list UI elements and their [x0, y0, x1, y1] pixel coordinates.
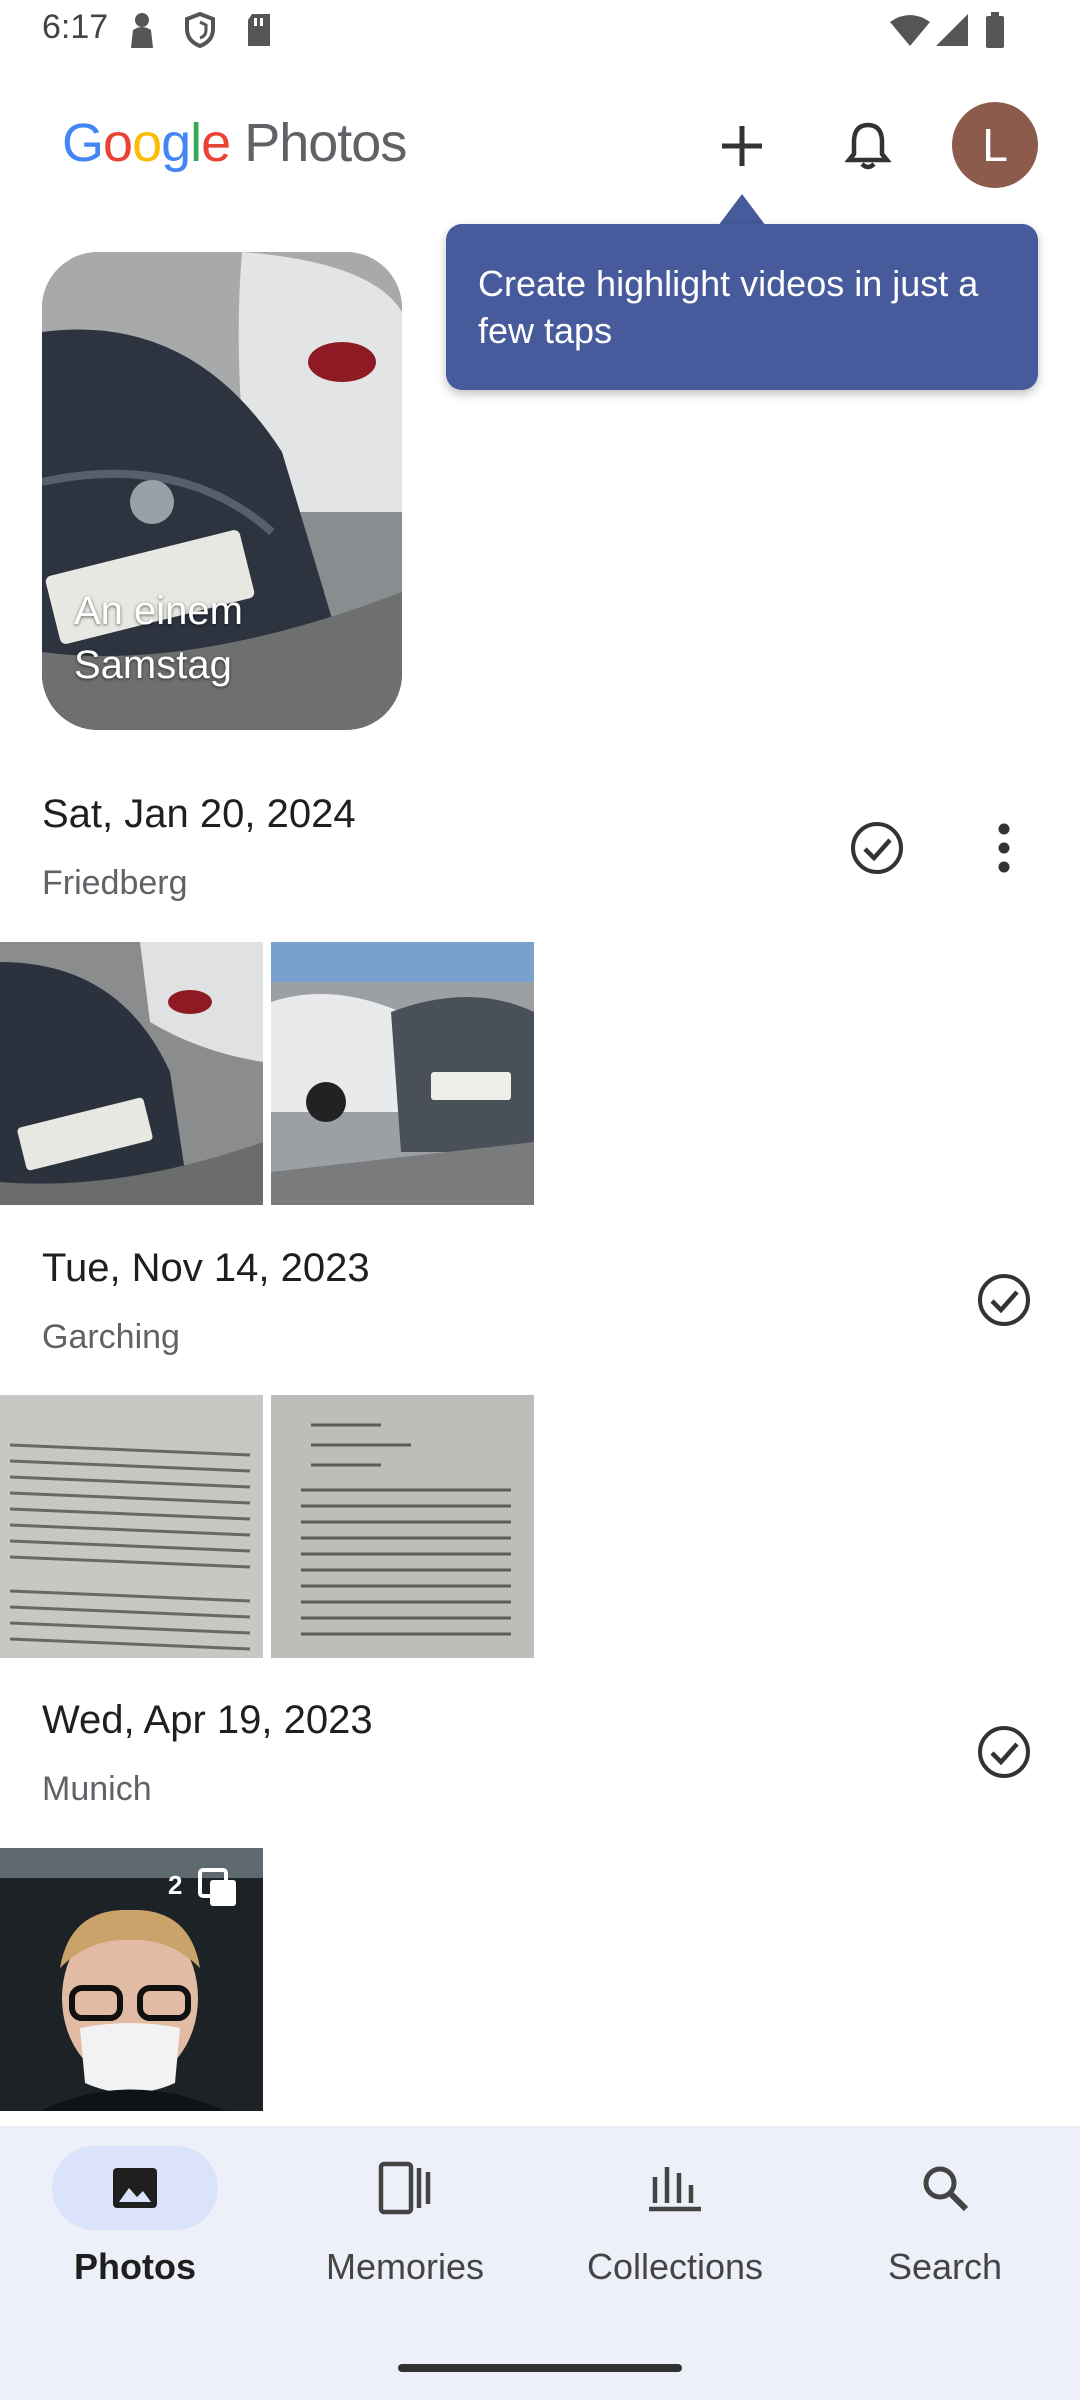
notifications-button[interactable]: [824, 102, 912, 190]
nav-label: Collections: [586, 2246, 764, 2287]
logo-product: Photos: [244, 113, 407, 173]
stack-count: 2: [168, 1870, 183, 1900]
photo-thumbnail[interactable]: [0, 1395, 263, 1658]
collections-icon: [649, 2167, 701, 2212]
photo-thumbnail[interactable]: [271, 942, 534, 1205]
date-heading: Wed, Apr 19, 2023: [42, 1698, 373, 1742]
nav-search-pill: [862, 2146, 1028, 2230]
person-icon: [128, 12, 156, 53]
select-day-button[interactable]: [968, 1264, 1040, 1336]
nav-search[interactable]: Search: [830, 2146, 1060, 2316]
logo-word: Google: [62, 113, 231, 173]
battery-icon: [984, 12, 1006, 53]
location-label: Friedberg: [42, 864, 188, 902]
check-circle-icon: [978, 1726, 1030, 1778]
google-photos-logo: Google Photos: [62, 112, 407, 174]
tooltip-text: Create highlight videos in just a few ta…: [478, 263, 979, 351]
wifi-icon: [888, 14, 932, 53]
signal-icon: [934, 12, 970, 53]
nav-label: Search: [887, 2246, 1003, 2287]
select-day-button[interactable]: [841, 812, 913, 884]
photo-thumbnail[interactable]: [271, 1395, 534, 1658]
check-circle-icon: [978, 1274, 1030, 1326]
more-options-button[interactable]: [968, 812, 1040, 884]
tooltip-arrow: [718, 194, 766, 226]
nav-collections[interactable]: Collections: [560, 2146, 790, 2316]
nav-label: Memories: [325, 2246, 485, 2287]
search-icon: [923, 2166, 969, 2212]
date-heading: Sat, Jan 20, 2024: [42, 792, 356, 836]
photo-thumbnail[interactable]: 2: [0, 1848, 263, 2111]
sd-card-icon: [244, 12, 274, 53]
nav-collections-pill: [592, 2146, 758, 2230]
shield-icon: [184, 11, 216, 53]
date-heading: Tue, Nov 14, 2023: [42, 1246, 370, 1290]
create-button[interactable]: [698, 102, 786, 190]
stack-icon: [196, 1868, 240, 1913]
location-label: Garching: [42, 1318, 180, 1356]
bell-icon: [845, 122, 891, 170]
nav-label: Photos: [74, 2246, 196, 2287]
check-circle-icon: [851, 822, 903, 874]
home-indicator[interactable]: [398, 2364, 682, 2372]
memory-label: An einem Samstag: [74, 589, 243, 687]
status-bar: 6:17: [0, 0, 1080, 60]
more-vert-icon: [998, 823, 1010, 873]
tooltip[interactable]: Create highlight videos in just a few ta…: [446, 224, 1038, 390]
memories-icon: [378, 2161, 431, 2215]
memory-card[interactable]: An einem Samstag: [42, 252, 402, 730]
location-label: Munich: [42, 1770, 152, 1808]
nav-photos[interactable]: Photos: [20, 2146, 250, 2316]
status-time: 6:17: [42, 8, 109, 46]
nav-photos-pill: [52, 2146, 218, 2230]
nav-memories[interactable]: Memories: [290, 2146, 520, 2316]
nav-memories-pill: [322, 2146, 488, 2230]
avatar[interactable]: L: [952, 102, 1038, 188]
photo-icon: [113, 2168, 157, 2208]
photo-thumbnail[interactable]: [0, 942, 263, 1205]
select-day-button[interactable]: [968, 1716, 1040, 1788]
plus-icon: [722, 126, 762, 166]
bottom-navigation: Photos Memories Collections Search: [0, 2126, 1080, 2400]
